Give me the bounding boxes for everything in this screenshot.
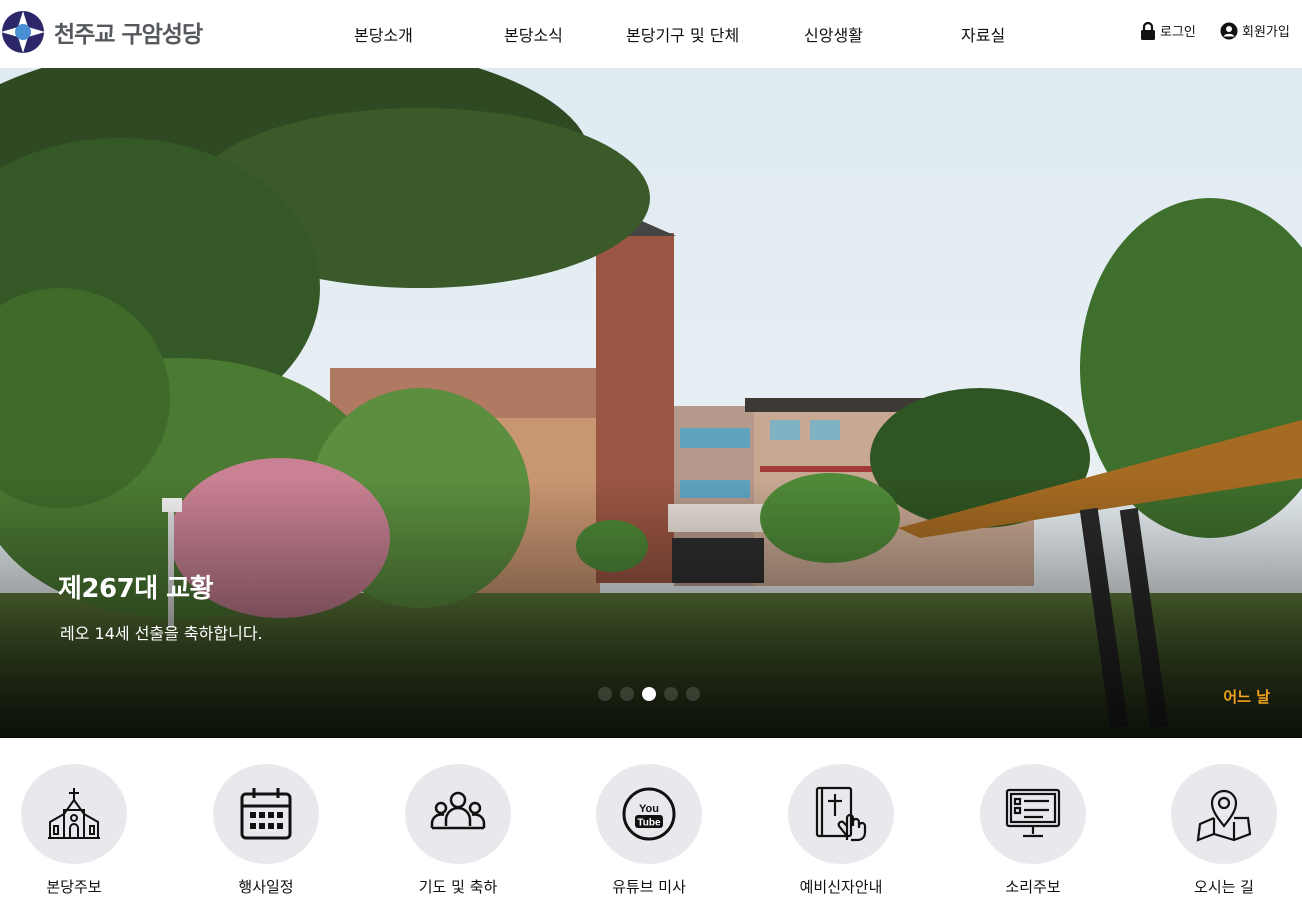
slide-dot[interactable] [598, 687, 612, 701]
quick-item-label: 오시는 길 [1194, 878, 1254, 896]
quick-item-label: 소리주보 [1005, 878, 1061, 896]
main-nav: 본당소개 본당소식 본당기구 및 단체 신앙생활 자료실 [0, 0, 1302, 68]
calendar-icon [240, 788, 292, 840]
monitor-icon [1005, 788, 1061, 838]
slide-indicator [598, 687, 700, 701]
signup-label: 회원가입 [1242, 25, 1290, 40]
bible-icon [815, 786, 867, 842]
map-pin-icon [1196, 789, 1252, 842]
user-circle-icon [1220, 22, 1238, 39]
people-icon [430, 791, 486, 830]
nav-item-about[interactable]: 본당소개 [354, 22, 413, 46]
site-header: 천주교 구암성당 본당소개 본당소식 본당기구 및 단체 신앙생활 자료실 로그… [0, 0, 1302, 68]
slide-dot-active[interactable] [642, 687, 656, 701]
slide-dot[interactable] [664, 687, 678, 701]
quick-item-bulletin[interactable]: 본당주보 [0, 764, 154, 897]
quick-item-label: 기도 및 축하 [418, 878, 498, 896]
slide-dot[interactable] [620, 687, 634, 701]
hero-title: 제267대 교황 [58, 574, 214, 604]
quick-item-label: 행사일정 [238, 878, 294, 896]
quick-item-prayer[interactable]: 기도 및 축하 [378, 764, 538, 897]
svg-text:You: You [639, 803, 659, 815]
signup-link[interactable]: 회원가입 [1220, 21, 1290, 40]
quick-item-circle [21, 764, 127, 864]
quick-item-circle [980, 764, 1086, 864]
login-link[interactable]: 로그인 [1140, 21, 1196, 40]
quick-item-circle: You Tube [596, 764, 702, 864]
quick-item-label: 예비신자안내 [799, 878, 883, 896]
login-label: 로그인 [1160, 25, 1196, 40]
quick-item-label: 유튜브 미사 [612, 878, 686, 896]
hero-subtitle: 레오 14세 선출을 축하합니다. [60, 624, 263, 643]
quick-item-circle [1171, 764, 1277, 864]
nav-item-organizations[interactable]: 본당기구 및 단체 [626, 22, 739, 46]
quick-item-catechumen[interactable]: 예비신자안내 [761, 764, 921, 897]
hero-tag: 어느 날 [1223, 688, 1270, 706]
church-icon [48, 788, 100, 839]
youtube-icon: You Tube [622, 787, 676, 841]
quick-item-schedule[interactable]: 행사일정 [186, 764, 346, 897]
lock-icon [1141, 21, 1155, 40]
nav-item-archive[interactable]: 자료실 [961, 22, 1005, 46]
quick-item-circle [788, 764, 894, 864]
quick-menu: 본당주보 행사일정 기도 및 축하 You Tube 유튜브 미사 예비신자안내… [0, 738, 1302, 910]
quick-item-directions[interactable]: 오시는 길 [1144, 764, 1302, 897]
quick-item-label: 본당주보 [46, 878, 102, 896]
nav-item-faith-life[interactable]: 신앙생활 [804, 22, 863, 46]
quick-item-audio-bulletin[interactable]: 소리주보 [953, 764, 1113, 897]
hero-slider: 제267대 교황 레오 14세 선출을 축하합니다. 어느 날 [0, 68, 1302, 738]
quick-item-youtube-mass[interactable]: You Tube 유튜브 미사 [569, 764, 729, 897]
slide-dot[interactable] [686, 687, 700, 701]
nav-item-news[interactable]: 본당소식 [504, 22, 563, 46]
svg-text:Tube: Tube [637, 818, 661, 829]
quick-item-circle [405, 764, 511, 864]
quick-item-circle [213, 764, 319, 864]
